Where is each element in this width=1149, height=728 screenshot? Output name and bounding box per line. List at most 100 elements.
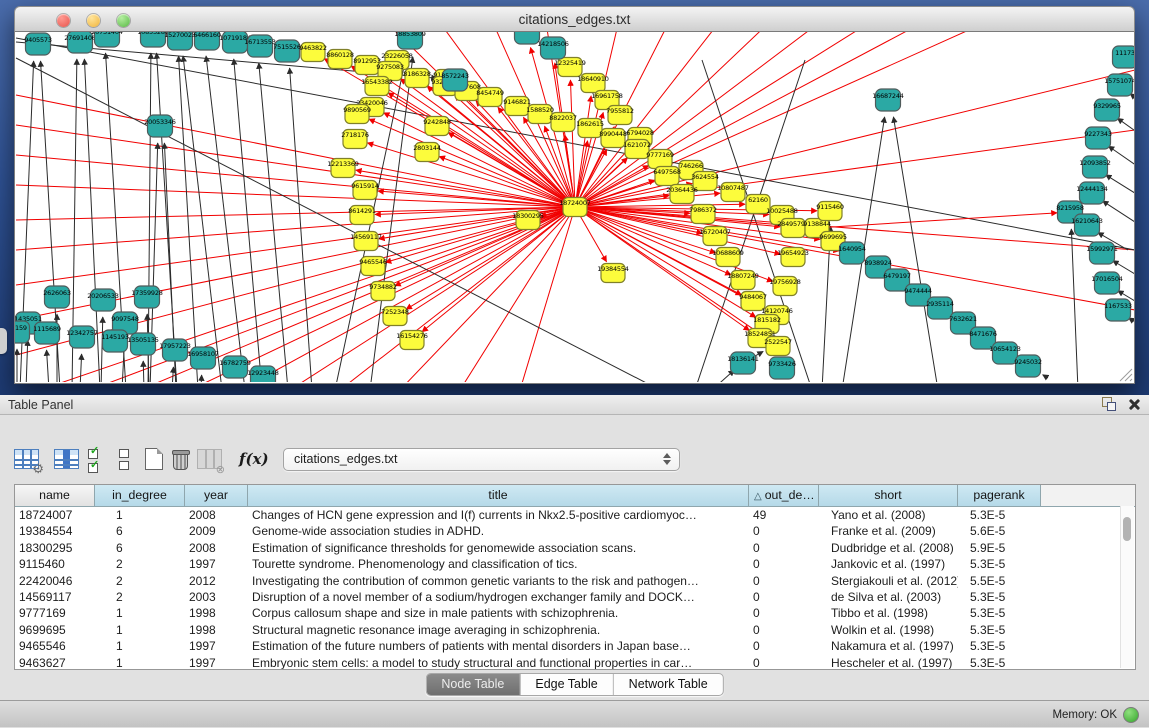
table-settings-icon[interactable]: ⚙ <box>14 449 39 469</box>
table-cell: Tibbo et al. (1998) <box>819 605 958 621</box>
network-node-label: 12325419 <box>554 59 586 67</box>
create-table-icon[interactable] <box>145 448 163 470</box>
function-builder-icon[interactable]: f(x) <box>239 450 269 468</box>
table-cell: 14569117 <box>15 589 95 605</box>
column-header[interactable]: name <box>15 485 95 506</box>
delete-rows-icon[interactable] <box>172 449 188 470</box>
network-node-label: 17359928 <box>131 289 163 297</box>
network-edge <box>378 191 575 207</box>
show-columns-icon[interactable] <box>54 449 79 469</box>
column-header[interactable]: short <box>819 485 958 506</box>
table-cell: 5.9E-5 <box>958 540 1041 556</box>
table-header-row: namein_degreeyeartitle△out_de…shortpager… <box>15 485 1135 507</box>
network-edge <box>575 70 1134 207</box>
table-cell: Estimation of the future numbers of pati… <box>248 638 749 654</box>
collapse-panel-handle[interactable] <box>0 328 7 354</box>
network-node-label: 12923448 <box>247 369 279 377</box>
network-node-label: 10688609 <box>712 249 744 257</box>
network-edge <box>16 185 575 207</box>
table-cell: 0 <box>749 622 819 638</box>
network-node-label: 20206533 <box>87 292 119 300</box>
network-node-label: 8813054 <box>513 32 541 33</box>
table-row[interactable]: 946554611997Estimation of the future num… <box>15 638 1135 654</box>
table-cell: 9777169 <box>15 605 95 621</box>
table-cell: 1997 <box>185 638 248 654</box>
network-node-label: 6497568 <box>653 168 681 176</box>
network-node-label: 18640910 <box>577 75 609 83</box>
vertical-scrollbar[interactable] <box>1120 506 1134 668</box>
network-node-label: 6466160 <box>193 32 221 39</box>
column-header[interactable]: title <box>248 485 749 506</box>
network-node-label: 9329965 <box>1093 102 1121 110</box>
table-row[interactable]: 969969511998Structural magnetic resonanc… <box>15 622 1135 638</box>
table-row[interactable]: 1456911722003Disruption of a novel membe… <box>15 589 1135 605</box>
resize-grip[interactable] <box>1120 369 1132 381</box>
table-cell: 1997 <box>185 556 248 572</box>
network-node-label: 746266 <box>679 162 703 170</box>
sort-ascending-icon: △ <box>754 491 762 502</box>
network-node-label: 19654923 <box>777 249 809 257</box>
network-node-label: 9699695 <box>819 233 847 241</box>
network-node-label: 1115689 <box>33 325 61 333</box>
table-row[interactable]: 911546021997Tourette syndrome. Phenomeno… <box>15 556 1135 572</box>
table-cell: 6 <box>95 540 185 556</box>
network-node-label: 1145193 <box>101 333 129 341</box>
network-node-label: 9465546 <box>359 258 387 266</box>
table-cell: 19384554 <box>15 523 95 539</box>
network-node-label: 9242848 <box>423 118 451 126</box>
network-edge <box>172 367 173 382</box>
table-row[interactable]: 1872400712008Changes of HCN gene express… <box>15 507 1135 523</box>
table-cell: 5.3E-5 <box>958 589 1041 605</box>
network-node-label: 16713553 <box>244 38 276 46</box>
network-node-label: 20731404 <box>91 32 123 36</box>
network-node-label: 62160 <box>748 196 768 204</box>
tab-node-table[interactable]: Node Table <box>426 674 520 695</box>
table-cell: Tourette syndrome. Phenomenology and cla… <box>248 556 749 572</box>
network-canvas[interactable]: 9463822886012889129532322605892750831654… <box>14 32 1135 384</box>
table-panel-title: Table Panel <box>8 395 73 415</box>
network-node-label: 16961758 <box>591 92 623 100</box>
column-header[interactable]: year <box>185 485 248 506</box>
close-panel-icon[interactable] <box>1128 398 1141 411</box>
network-edge <box>816 213 1057 228</box>
network-node-label: 8614291 <box>348 207 376 215</box>
network-graph[interactable]: 9463822886012889129532322605892750831654… <box>15 32 1134 382</box>
network-node-label: 14218506 <box>537 40 569 48</box>
network-node-label: 1640954 <box>838 245 866 253</box>
table-row[interactable]: 946362711997Embryonic stem cells: a mode… <box>15 655 1135 670</box>
network-node[interactable] <box>515 32 540 44</box>
table-cell: 22420046 <box>15 573 95 589</box>
network-edge <box>240 207 575 382</box>
scrollbar-thumb[interactable] <box>1123 517 1131 541</box>
tab-network-table[interactable]: Network Table <box>614 674 723 695</box>
table-cell: Corpus callosum shape and size in male p… <box>248 605 749 621</box>
table-cell: 1 <box>95 622 185 638</box>
column-header[interactable]: in_degree <box>95 485 185 506</box>
resize-grip[interactable] <box>1130 379 1132 381</box>
table-row[interactable]: 977716911998Corpus callosum shape and si… <box>15 605 1135 621</box>
network-edge <box>1130 94 1134 113</box>
table-cell: 1998 <box>185 605 248 621</box>
network-node-label: 9227343 <box>1084 130 1112 138</box>
float-panel-icon[interactable] <box>1102 397 1116 411</box>
select-rows-icon[interactable] <box>88 448 104 470</box>
network-edge <box>47 350 49 382</box>
table-select-dropdown[interactable]: citations_edges.txt <box>283 448 680 471</box>
network-node-label: 9615914 <box>351 182 379 190</box>
table-cell: 0 <box>749 655 819 670</box>
table-cell: 5.3E-5 <box>958 655 1041 670</box>
table-row[interactable]: 1938455462009Genome-wide association stu… <box>15 523 1135 539</box>
table-cell: 1 <box>95 638 185 654</box>
column-header[interactable]: pagerank <box>958 485 1041 506</box>
window-titlebar[interactable]: citations_edges.txt <box>14 6 1135 32</box>
table-cell: 0 <box>749 573 819 589</box>
tab-edge-table[interactable]: Edge Table <box>520 674 613 695</box>
table-row[interactable]: 2242004622012Investigating the contribut… <box>15 573 1135 589</box>
network-node-label: 10807487 <box>717 184 749 192</box>
row-height-icon[interactable] <box>119 449 128 469</box>
network-node-label: 16687244 <box>872 92 904 100</box>
table-row[interactable]: 1830029562008Estimation of significance … <box>15 540 1135 556</box>
network-edge <box>16 207 575 285</box>
column-header[interactable]: △out_de… <box>749 485 819 506</box>
table-cell: 5.3E-5 <box>958 507 1041 523</box>
